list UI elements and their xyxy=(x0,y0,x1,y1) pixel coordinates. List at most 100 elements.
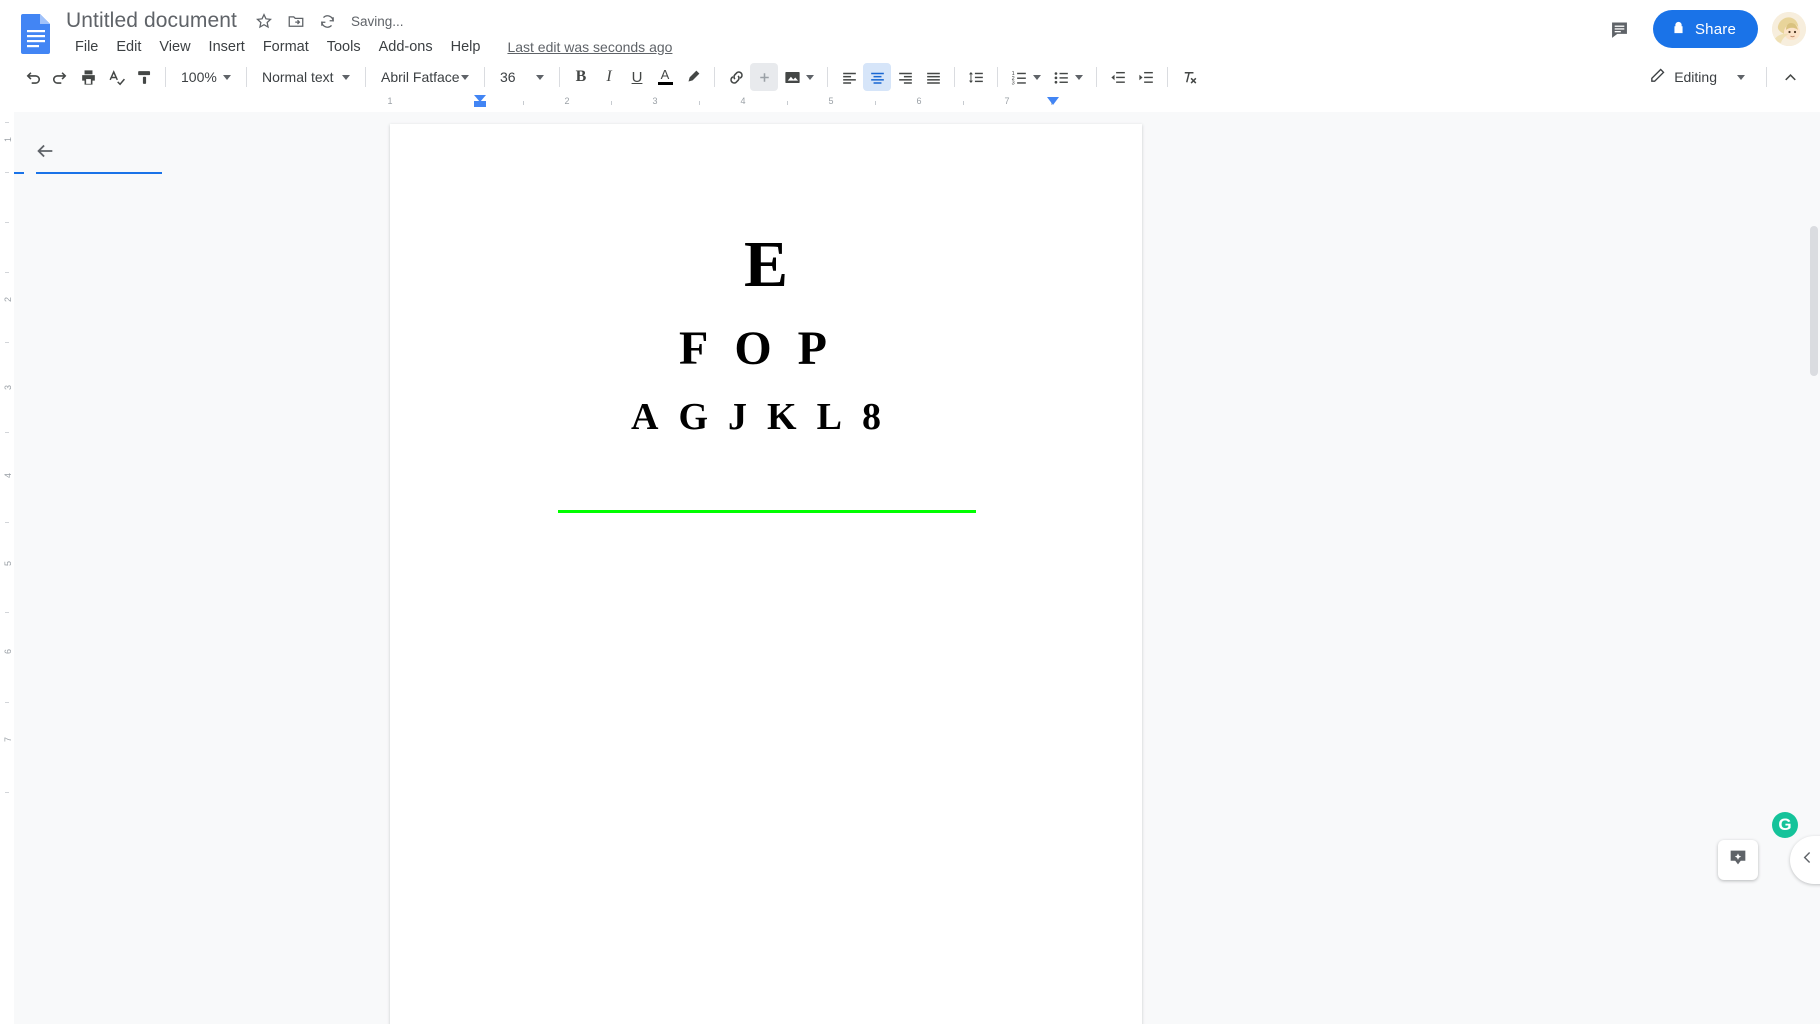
explore-button[interactable] xyxy=(1718,840,1758,880)
menu-add-ons[interactable]: Add-ons xyxy=(370,36,442,58)
share-button[interactable]: Share xyxy=(1652,10,1758,48)
workspace: E FOP AGJKL8 G xyxy=(14,112,1820,1024)
vruler-number: 1 xyxy=(3,136,13,142)
document-outline-pane xyxy=(14,112,390,1024)
bold-label: B xyxy=(575,68,587,85)
insert-link-icon[interactable] xyxy=(722,63,750,91)
menu-file[interactable]: File xyxy=(66,36,107,58)
grammarly-badge[interactable]: G xyxy=(1772,812,1798,838)
menu-insert[interactable]: Insert xyxy=(200,36,254,58)
increase-indent-icon[interactable] xyxy=(1132,63,1160,91)
chevron-down-icon xyxy=(536,74,544,80)
align-left-icon[interactable] xyxy=(835,63,863,91)
right-indent-marker[interactable] xyxy=(1047,97,1059,105)
insert-image-button[interactable] xyxy=(778,63,820,91)
vruler-number: 3 xyxy=(3,384,13,390)
menu-view[interactable]: View xyxy=(150,36,199,58)
align-center-icon[interactable] xyxy=(863,63,891,91)
undo-icon[interactable] xyxy=(18,63,46,91)
ruler-tick xyxy=(963,101,964,105)
ruler-tick xyxy=(875,101,876,105)
decrease-indent-icon[interactable] xyxy=(1104,63,1132,91)
insert-image-icon[interactable] xyxy=(778,63,806,91)
chevron-down-icon xyxy=(223,74,231,80)
underline-label: U xyxy=(631,68,643,86)
svg-text:3: 3 xyxy=(1011,80,1014,86)
paint-format-icon[interactable] xyxy=(130,63,158,91)
menu-bar: File Edit View Insert Format Tools Add-o… xyxy=(66,36,672,58)
back-arrow-icon[interactable] xyxy=(26,132,64,170)
grammarly-label: G xyxy=(1778,815,1792,834)
chevron-down-icon xyxy=(806,74,814,80)
last-edit-link[interactable]: Last edit was seconds ago xyxy=(507,39,672,55)
italic-label: I xyxy=(606,68,612,85)
redo-icon[interactable] xyxy=(46,63,74,91)
numbered-list-icon[interactable]: 1 2 3 xyxy=(1005,63,1033,91)
vertical-ruler[interactable]: 1 2 3 4 5 6 7 xyxy=(0,112,14,892)
toolbar-divider xyxy=(1096,67,1097,87)
toolbar-divider xyxy=(559,67,560,87)
toolbar-divider xyxy=(484,67,485,87)
collapse-panel-button[interactable] xyxy=(1790,836,1820,884)
chevron-up-icon[interactable] xyxy=(1776,63,1804,91)
add-comment-icon[interactable] xyxy=(750,63,778,91)
comment-icon[interactable] xyxy=(1601,10,1639,48)
eye-chart-line-1[interactable]: E xyxy=(390,124,1142,300)
menu-edit[interactable]: Edit xyxy=(107,36,150,58)
vruler-tick xyxy=(5,272,9,273)
bold-button[interactable]: B xyxy=(567,63,595,91)
italic-button[interactable]: I xyxy=(595,63,623,91)
avatar[interactable] xyxy=(1772,12,1806,46)
outline-item-underline[interactable] xyxy=(36,172,162,174)
font-size-selector[interactable]: 36 xyxy=(492,63,552,91)
ruler-tick xyxy=(699,101,700,105)
chevron-down-icon xyxy=(461,74,469,80)
vruler-tick xyxy=(5,122,9,123)
ruler-number: 5 xyxy=(828,96,834,106)
paragraph-style-selector[interactable]: Normal text xyxy=(254,63,358,91)
page-title[interactable]: Untitled document xyxy=(66,9,251,33)
align-right-icon[interactable] xyxy=(891,63,919,91)
horizontal-ruler[interactable]: 1 2 3 4 5 6 7 xyxy=(0,95,1820,111)
left-indent-marker[interactable] xyxy=(474,101,486,107)
google-docs-logo[interactable] xyxy=(18,12,54,56)
eye-chart-line-2[interactable]: FOP xyxy=(390,300,1142,375)
ruler-track[interactable]: 1 2 3 4 5 6 7 xyxy=(387,95,1142,111)
eye-chart-line-3[interactable]: AGJKL8 xyxy=(390,375,1142,437)
underline-button[interactable]: U xyxy=(623,63,651,91)
text-color-button[interactable]: A xyxy=(651,63,679,91)
ruler-number: 2 xyxy=(564,96,570,106)
toolbar-divider xyxy=(165,67,166,87)
star-icon[interactable] xyxy=(251,8,277,34)
vruler-tick xyxy=(5,432,9,433)
editing-mode-button[interactable]: Editing xyxy=(1639,62,1757,92)
menu-help[interactable]: Help xyxy=(442,36,490,58)
move-to-folder-icon[interactable] xyxy=(283,8,309,34)
zoom-selector[interactable]: 100% xyxy=(173,63,239,91)
vruler-tick xyxy=(5,172,9,173)
vertical-scrollbar[interactable] xyxy=(1808,224,1820,1024)
print-icon[interactable] xyxy=(74,63,102,91)
toolbar-divider xyxy=(365,67,366,87)
numbered-list-button[interactable]: 1 2 3 xyxy=(1005,63,1047,91)
document-body[interactable]: E FOP AGJKL8 xyxy=(390,124,1142,438)
highlight-pen-icon[interactable] xyxy=(679,63,707,91)
menu-tools[interactable]: Tools xyxy=(318,36,370,58)
bulleted-list-icon[interactable] xyxy=(1047,63,1075,91)
bulleted-list-button[interactable] xyxy=(1047,63,1089,91)
toolbar-divider xyxy=(246,67,247,87)
share-button-label: Share xyxy=(1694,20,1736,38)
menu-format[interactable]: Format xyxy=(254,36,318,58)
text-color-label: A xyxy=(660,67,670,82)
clear-formatting-icon[interactable] xyxy=(1175,63,1203,91)
font-family-selector[interactable]: Abril Fatface xyxy=(373,63,477,91)
spellcheck-icon[interactable] xyxy=(102,63,130,91)
vruler-number: 5 xyxy=(3,560,13,566)
document-page[interactable]: E FOP AGJKL8 xyxy=(390,124,1142,1024)
toolbar-divider xyxy=(714,67,715,87)
align-justify-icon[interactable] xyxy=(919,63,947,91)
vertical-scroll-thumb[interactable] xyxy=(1810,226,1818,376)
line-spacing-icon[interactable] xyxy=(962,63,990,91)
green-horizontal-rule[interactable] xyxy=(558,510,976,513)
header-actions: Share xyxy=(1601,10,1806,48)
